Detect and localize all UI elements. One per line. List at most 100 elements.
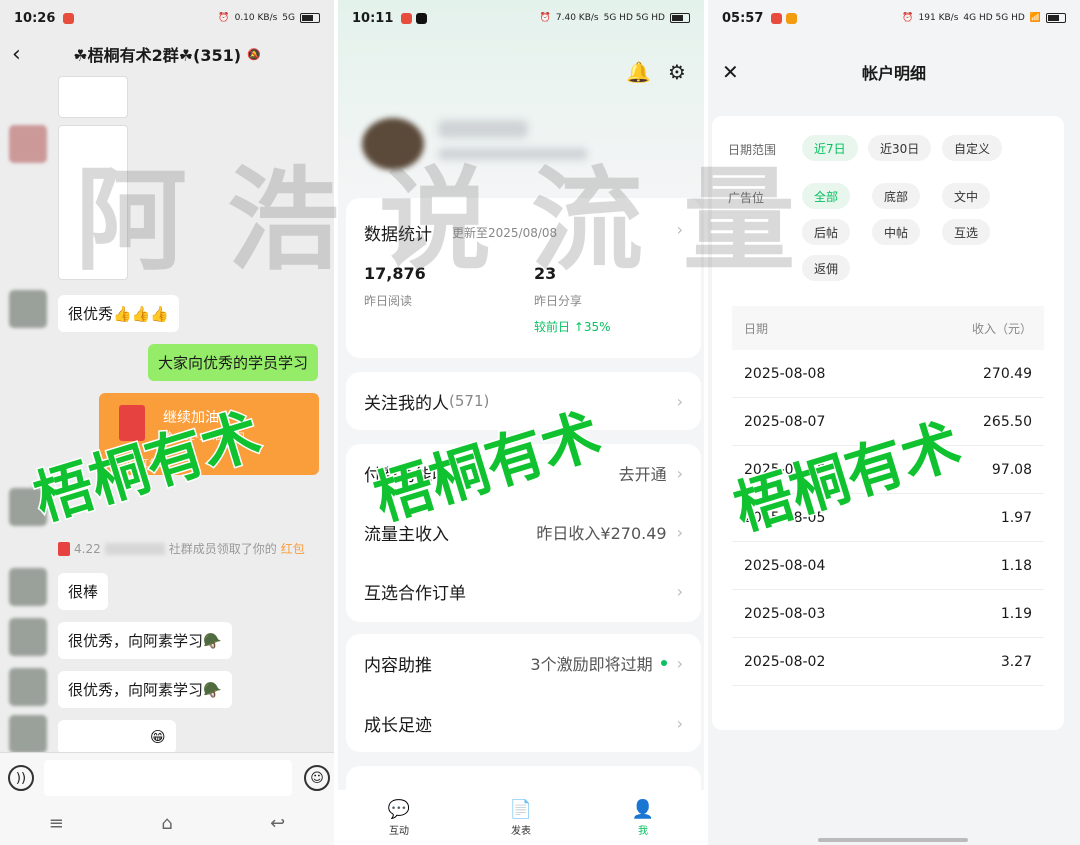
- content-promo-row[interactable]: 内容助推 3个激励即将过期 ›: [346, 634, 701, 692]
- chip-custom[interactable]: 自定义: [942, 135, 1003, 161]
- chevron-right-icon: ›: [676, 463, 683, 483]
- my-chat-bubble: 大家向优秀的学员学习: [147, 344, 318, 381]
- followers-card[interactable]: 关注我的人 (571) ›: [346, 372, 701, 430]
- followers-count: (571): [449, 392, 490, 410]
- page-title: 帐户明细: [861, 64, 926, 83]
- battery-icon: [1046, 13, 1066, 23]
- paid-feature-label: 付费功能收入: [364, 465, 466, 486]
- avatar[interactable]: [9, 488, 47, 526]
- row-date: 2025-08-06: [744, 461, 826, 478]
- status-time: 05:57: [722, 10, 764, 26]
- avatar[interactable]: [9, 618, 47, 656]
- status-dot: [660, 660, 667, 666]
- row-income: 1.18: [1000, 557, 1032, 574]
- stats-title: 数据统计: [364, 225, 432, 245]
- tab-me[interactable]: 👤 我: [632, 799, 654, 837]
- table-row: 2025-08-07 265.50: [732, 398, 1044, 446]
- tab-label: 我: [637, 825, 648, 837]
- shares-value: 23: [534, 264, 557, 283]
- tab-publish[interactable]: 📄 发表: [510, 799, 532, 837]
- account-details-panel: 05:57 ⏰ 191 KB/s 4G HD 5G HD 📶 ✕ 帐户明细 日期…: [708, 0, 1080, 845]
- avatar[interactable]: [9, 568, 47, 606]
- income-table-header: 日期 收入（元）: [732, 306, 1044, 350]
- chip-in-article[interactable]: 文中: [942, 183, 991, 209]
- message-input[interactable]: [44, 760, 292, 796]
- content-promo-label: 内容助推: [364, 655, 432, 676]
- image-message-thumbnail[interactable]: [58, 76, 128, 118]
- avatar[interactable]: [9, 715, 47, 753]
- row-date: 2025-08-04: [744, 557, 826, 574]
- tab-interact[interactable]: 💬 互动: [388, 799, 410, 837]
- red-packet-small-icon: [58, 541, 70, 556]
- bottom-tab-bar: 💬 互动 📄 发表 👤 我: [338, 790, 704, 845]
- content-promo-value: 3个激励即将过期: [530, 655, 653, 674]
- settings-gear-icon[interactable]: ⚙: [668, 60, 686, 84]
- chip-mid-post[interactable]: 中帖: [872, 219, 921, 245]
- col-income: 收入（元）: [971, 321, 1032, 336]
- shares-label: 昨日分享: [534, 294, 583, 308]
- shares-change: 较前日 ↑35%: [534, 320, 611, 334]
- chevron-right-icon: ›: [676, 220, 683, 239]
- growth-row[interactable]: 成长足迹 ›: [346, 694, 701, 752]
- row-income: 1.97: [1000, 509, 1032, 526]
- tab-label: 互动: [388, 825, 409, 837]
- mute-icon: 🔕: [247, 47, 261, 61]
- table-row: 2025-08-05 1.97: [732, 494, 1044, 542]
- ad-slot-label: 广告位: [728, 191, 765, 205]
- chip-bottom[interactable]: 底部: [872, 183, 921, 209]
- image-message-screenshot[interactable]: [58, 125, 128, 280]
- screenshot-collage: 10:26 ⏰ 0.10 KB/s 5G ‹ ☘梧桐有术2群☘(351) 🔕 很…: [0, 0, 1080, 845]
- voice-icon[interactable]: )): [8, 765, 34, 791]
- chevron-right-icon: ›: [676, 713, 683, 733]
- avatar[interactable]: [9, 290, 47, 328]
- back-icon[interactable]: ‹: [12, 42, 21, 67]
- avatar[interactable]: [9, 125, 47, 163]
- chevron-right-icon: ›: [676, 653, 683, 673]
- bell-icon[interactable]: 🔔: [626, 60, 651, 84]
- chevron-right-icon: ›: [676, 581, 683, 601]
- chip-rebate[interactable]: 返佣: [802, 255, 851, 281]
- chip-mutual[interactable]: 互选: [942, 219, 991, 245]
- menu-icon[interactable]: ≡: [49, 813, 64, 834]
- close-icon[interactable]: ✕: [722, 60, 739, 84]
- sysmsg-link[interactable]: 红包: [281, 540, 305, 557]
- chat-header: ‹ ☘梧桐有术2群☘(351) 🔕: [0, 36, 334, 72]
- profile-avatar[interactable]: [362, 118, 424, 170]
- paid-feature-row[interactable]: 付费功能收入 去开通 ›: [346, 444, 701, 502]
- reads-label: 昨日阅读: [364, 294, 413, 308]
- col-date: 日期: [744, 321, 769, 336]
- status-bar: 05:57 ⏰ 191 KB/s 4G HD 5G HD 📶: [708, 0, 1080, 36]
- avatar[interactable]: [9, 668, 47, 706]
- back-nav-icon[interactable]: ↩: [270, 813, 285, 834]
- chat-input-bar: )) ☺: [0, 752, 334, 802]
- traffic-income-row[interactable]: 流量主收入 昨日收入¥270.49 ›: [346, 503, 701, 561]
- row-income: 3.27: [1000, 653, 1032, 670]
- stats-card[interactable]: 数据统计 更新至2025/08/08 › 17,876 昨日阅读 23 昨日分享…: [346, 198, 701, 358]
- followers-row[interactable]: 关注我的人 (571) ›: [346, 372, 701, 430]
- table-row: 2025-08-03 1.19: [732, 590, 1044, 638]
- table-row: 2025-08-08 270.49: [732, 350, 1044, 398]
- table-row: 2025-08-02 3.27: [732, 638, 1044, 686]
- chip-post[interactable]: 后帖: [802, 219, 851, 245]
- chip-30-days[interactable]: 近30日: [868, 135, 932, 161]
- blurred-account-name: [438, 120, 528, 138]
- red-packet-subtitle: 给4.22-3…的红包: [163, 432, 246, 443]
- home-indicator[interactable]: [818, 838, 968, 842]
- chevron-right-icon: ›: [676, 391, 683, 411]
- chip-all[interactable]: 全部: [802, 183, 851, 209]
- chip-7-days[interactable]: 近7日: [802, 135, 858, 161]
- chat-bubble: 很优秀，向阿素学习🪖: [58, 622, 232, 659]
- signal-label: 5G: [282, 13, 295, 23]
- mutual-orders-row[interactable]: 互选合作订单 ›: [346, 562, 701, 620]
- home-icon[interactable]: ⌂: [161, 813, 172, 834]
- red-packet-message[interactable]: 继续加油 给4.22-3…的红包 微信红包: [99, 393, 319, 475]
- red-packet-title: 继续加油: [163, 410, 219, 426]
- red-packet-footer: 微信红包: [119, 459, 159, 470]
- person-icon: 👤: [631, 798, 655, 820]
- status-time: 10:26: [14, 10, 56, 26]
- battery-icon: [670, 13, 690, 23]
- network-speed: 0.10 KB/s: [234, 13, 278, 23]
- status-bar: 10:26 ⏰ 0.10 KB/s 5G: [0, 0, 334, 36]
- emoji-icon[interactable]: ☺: [304, 765, 330, 791]
- tab-label: 发表: [510, 825, 531, 837]
